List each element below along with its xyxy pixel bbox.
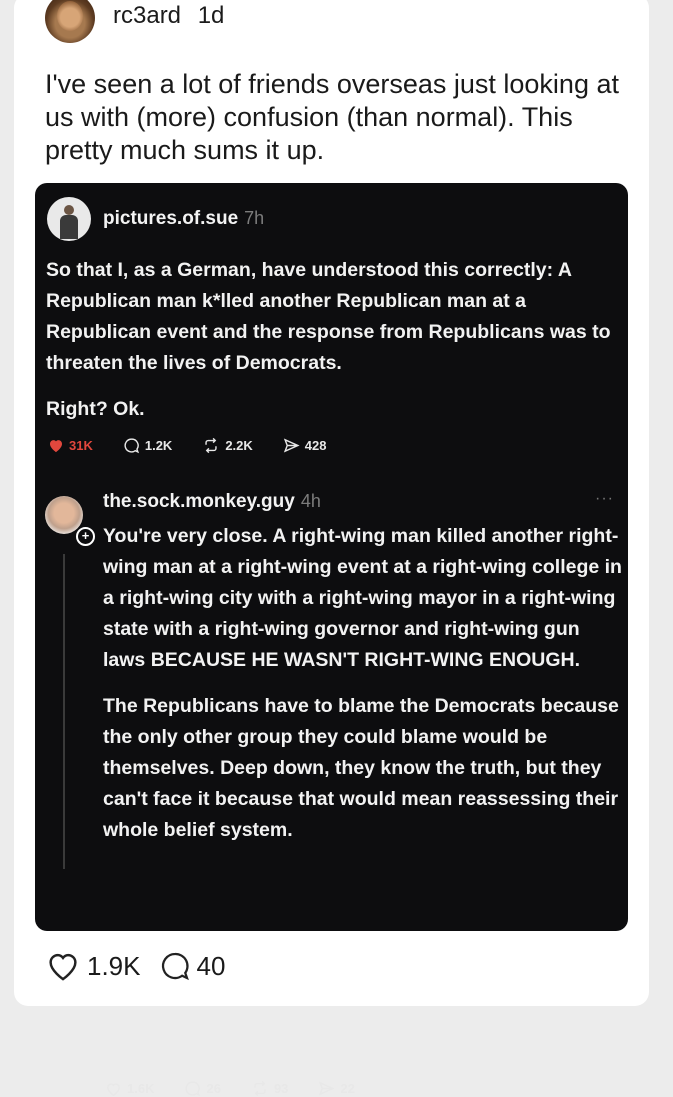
plus-icon: + <box>76 527 95 546</box>
outer-username[interactable]: rc3ard <box>113 2 181 29</box>
avatar[interactable] <box>45 0 95 43</box>
comment-icon <box>185 1081 201 1097</box>
avatar <box>45 496 83 534</box>
page: rc3ard 1d I've seen a lot of friends ove… <box>0 0 673 1097</box>
reply-paragraph: You're very close. A right-wing man kill… <box>103 525 622 671</box>
heart-icon <box>50 440 62 453</box>
outer-post-text: I've seen a lot of friends overseas just… <box>45 69 619 165</box>
outer-like-count: 1.9K <box>87 950 141 981</box>
share-icon <box>319 1081 336 1096</box>
repost-count: 2.2K <box>225 438 253 453</box>
thread-line <box>63 554 65 869</box>
like-stat: 31K <box>48 438 93 453</box>
screenshot-image: pictures.of.sue 7h So that I, as a German… <box>35 183 628 1097</box>
heart-icon[interactable] <box>45 950 81 982</box>
share-stat: 428 <box>283 437 327 454</box>
share-count: 428 <box>304 438 327 453</box>
outer-post-actions: 1.9K 40 <box>45 950 243 982</box>
avatar <box>47 197 91 241</box>
comment-icon <box>124 438 139 454</box>
comment-stat: 26 <box>184 1080 221 1097</box>
repost-icon <box>205 437 217 454</box>
embedded-username-line: pictures.of.sue 7h <box>103 208 264 230</box>
embedded-timestamp: 7h <box>244 208 265 228</box>
reply-timestamp: 4h <box>300 491 321 511</box>
comment-stat: 1.2K <box>123 437 172 454</box>
embedded-username: pictures.of.sue <box>103 208 239 229</box>
outer-post-header: rc3ard 1d <box>45 0 224 46</box>
like-count: 31K <box>69 438 93 453</box>
comment-icon[interactable] <box>159 950 191 982</box>
embedded-post-stats: 31K 1.2K 2.2K 428 <box>48 437 357 454</box>
comment-button[interactable]: 40 <box>159 950 226 982</box>
repost-stat: 2.2K <box>202 437 253 454</box>
comment-count: 1.2K <box>144 438 173 453</box>
outer-comment-count: 40 <box>196 950 226 981</box>
share-count: 22 <box>340 1081 355 1096</box>
reply-stats: 1.6K 26 93 22 <box>105 1080 385 1097</box>
like-stat: 1.6K <box>105 1081 154 1097</box>
comment-count: 26 <box>206 1081 221 1096</box>
like-count: 1.6K <box>127 1081 155 1096</box>
repost-stat: 93 <box>251 1080 288 1097</box>
outer-username-line: rc3ard 1d <box>113 2 224 30</box>
embedded-paragraph: Right? Ok. <box>46 398 145 420</box>
heart-icon <box>107 1082 120 1096</box>
reply-username: the.sock.monkey.guy <box>103 491 295 512</box>
reply-paragraph: The Republicans have to blame the Democr… <box>103 695 619 841</box>
share-stat: 22 <box>318 1080 355 1097</box>
reply-username-line: the.sock.monkey.guy 4h <box>103 491 321 513</box>
more-icon: ··· <box>595 490 614 507</box>
reply-text: You're very close. A right-wing man kill… <box>103 521 627 846</box>
repost-icon <box>254 1080 266 1097</box>
outer-timestamp: 1d <box>197 2 225 29</box>
embedded-post-header: pictures.of.sue 7h <box>47 197 264 241</box>
repost-count: 93 <box>273 1081 289 1096</box>
embedded-post-text: So that I, as a German, have understood … <box>46 255 616 425</box>
embedded-paragraph: So that I, as a German, have understood … <box>46 259 611 374</box>
like-button[interactable]: 1.9K <box>45 950 141 982</box>
share-icon <box>283 438 300 453</box>
